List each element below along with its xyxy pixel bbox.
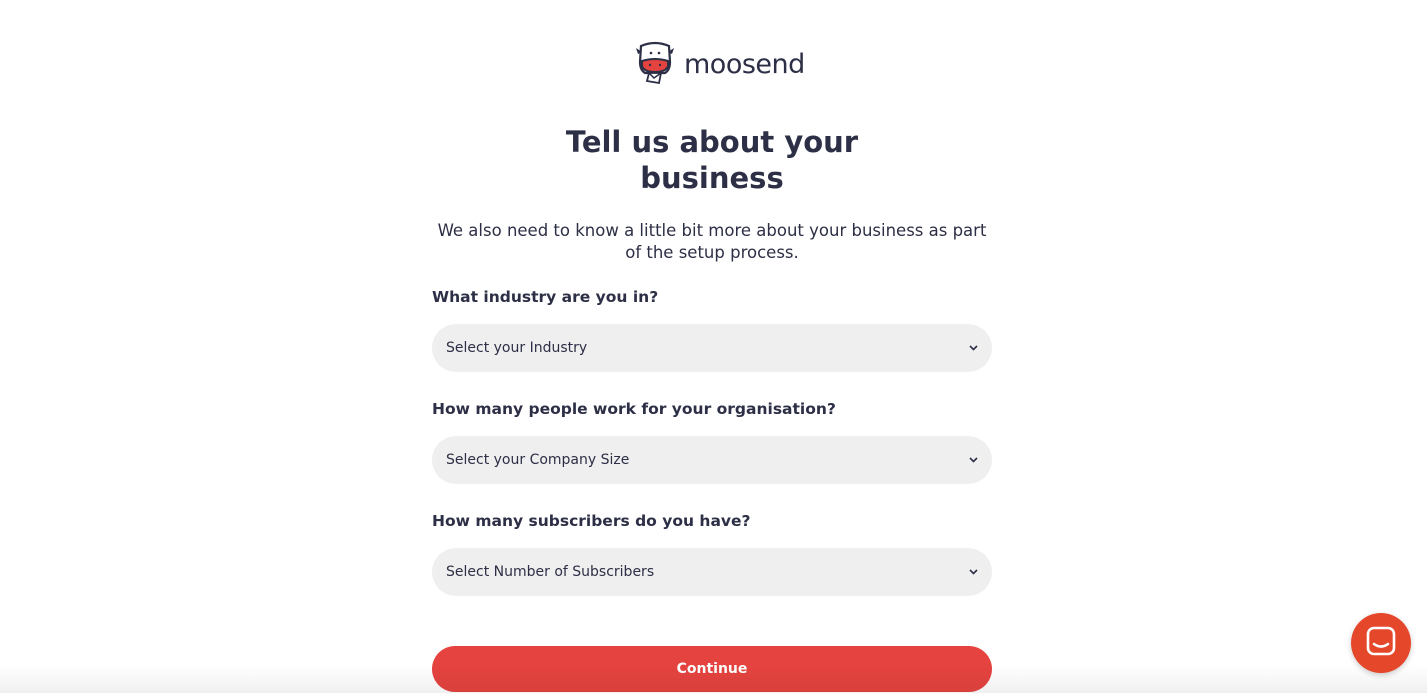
company-size-label: How many people work for your organisati…	[432, 400, 836, 418]
industry-label: What industry are you in?	[432, 288, 659, 306]
industry-select-value: Select your Industry	[446, 340, 588, 356]
subscribers-label: How many subscribers do you have?	[432, 512, 751, 530]
subscribers-select[interactable]: Select Number of Subscribers	[432, 548, 992, 596]
industry-select[interactable]: Select your Industry	[432, 324, 992, 372]
chevron-down-icon	[968, 343, 978, 353]
chat-icon	[1366, 626, 1396, 661]
company-size-select[interactable]: Select your Company Size	[432, 436, 992, 484]
continue-button[interactable]: Continue	[432, 646, 992, 692]
brand-name: moosend	[684, 49, 805, 80]
chevron-down-icon	[968, 567, 978, 577]
page-title-line2: business	[640, 161, 784, 195]
page-title-line1: Tell us about your	[565, 125, 859, 159]
brand-logo: moosend	[632, 40, 805, 89]
chat-launcher-button[interactable]	[1351, 613, 1411, 673]
chevron-down-icon	[968, 455, 978, 465]
company-size-select-value: Select your Company Size	[446, 452, 630, 468]
page-title: Tell us about your business	[432, 124, 992, 196]
cow-icon	[632, 40, 678, 89]
subscribers-select-value: Select Number of Subscribers	[446, 564, 655, 580]
page-subtitle: We also need to know a little bit more a…	[437, 221, 987, 262]
onboarding-page: moosend Tell us about your business We a…	[0, 0, 1427, 693]
